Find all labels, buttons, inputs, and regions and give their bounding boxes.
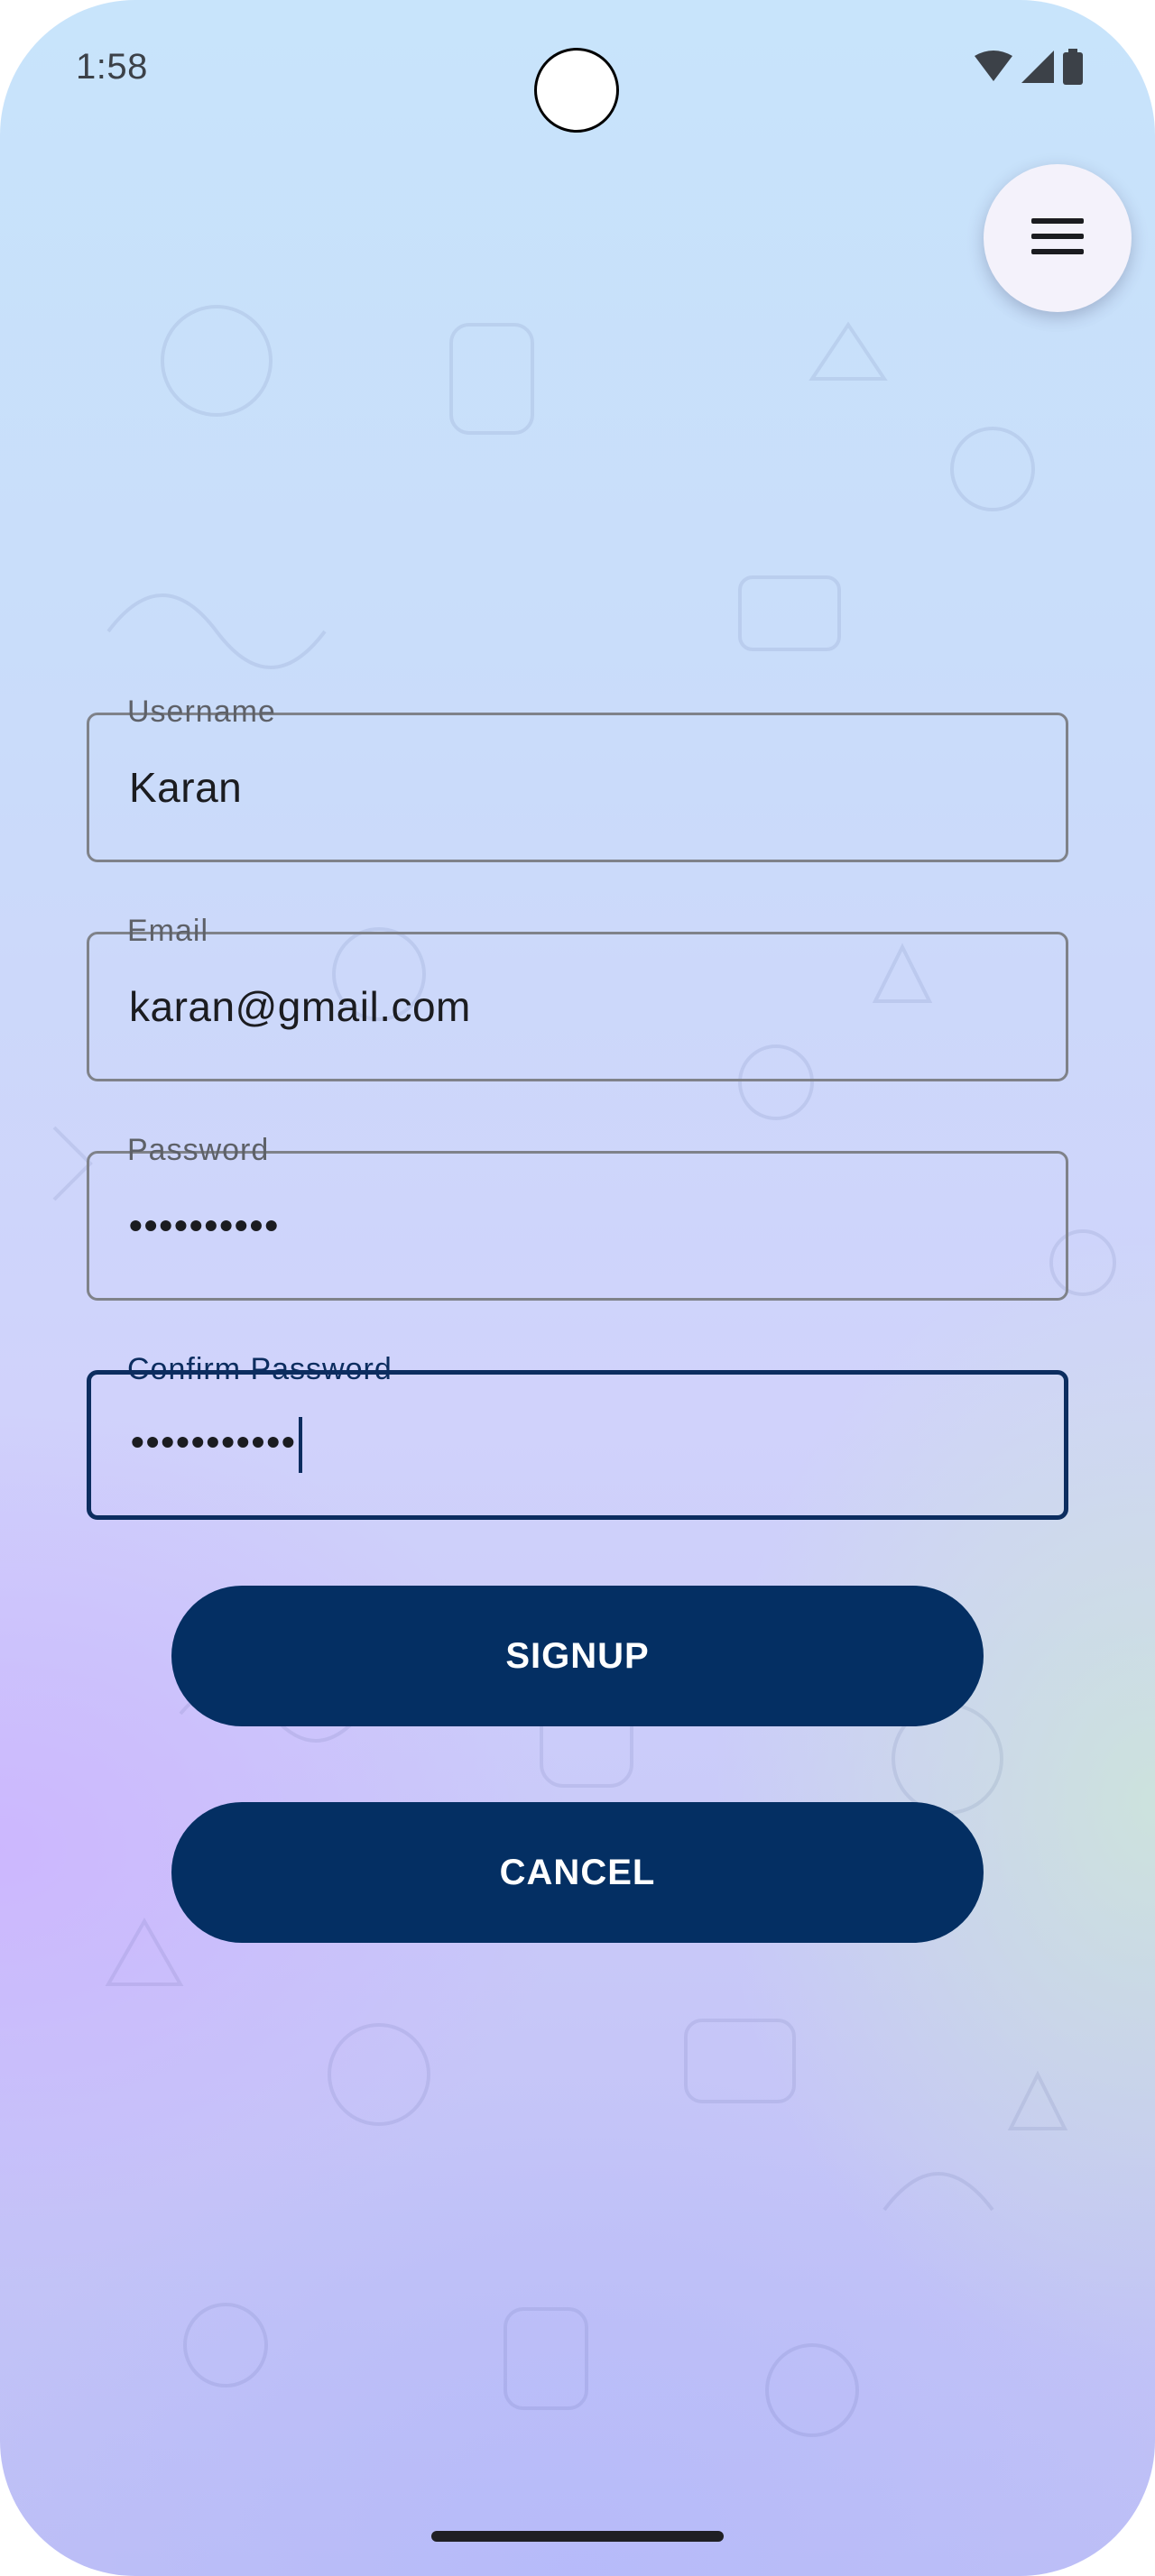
app-screen: 1:58 Username Karan Email karan@gmail.co… [0, 0, 1155, 2576]
email-value: karan@gmail.com [129, 983, 471, 1030]
cellular-signal-icon [1021, 50, 1054, 87]
camera-cutout [534, 48, 619, 133]
confirm-password-value: ••••••••••• [131, 1421, 297, 1464]
hamburger-menu-icon [1031, 216, 1084, 261]
email-label: Email [118, 911, 218, 951]
username-label: Username [118, 692, 285, 731]
password-label: Password [118, 1130, 279, 1170]
menu-button[interactable] [984, 164, 1132, 312]
status-time: 1:58 [76, 47, 148, 87]
status-icons [975, 48, 1083, 89]
password-field[interactable]: Password •••••••••• [87, 1133, 1068, 1301]
email-field[interactable]: Email karan@gmail.com [87, 914, 1068, 1081]
signup-button[interactable]: SIGNUP [171, 1586, 984, 1726]
wifi-icon [975, 50, 1012, 87]
username-field[interactable]: Username Karan [87, 695, 1068, 862]
username-value: Karan [129, 764, 243, 811]
confirm-password-label: Confirm Password [118, 1349, 402, 1389]
password-value: •••••••••• [129, 1204, 281, 1247]
home-indicator[interactable] [431, 2531, 724, 2542]
confirm-password-value-wrap: ••••••••••• [131, 1417, 302, 1473]
text-cursor [298, 1417, 302, 1473]
battery-icon [1063, 48, 1083, 89]
cancel-button[interactable]: CANCEL [171, 1802, 984, 1943]
confirm-password-field[interactable]: Confirm Password ••••••••••• [87, 1352, 1068, 1520]
